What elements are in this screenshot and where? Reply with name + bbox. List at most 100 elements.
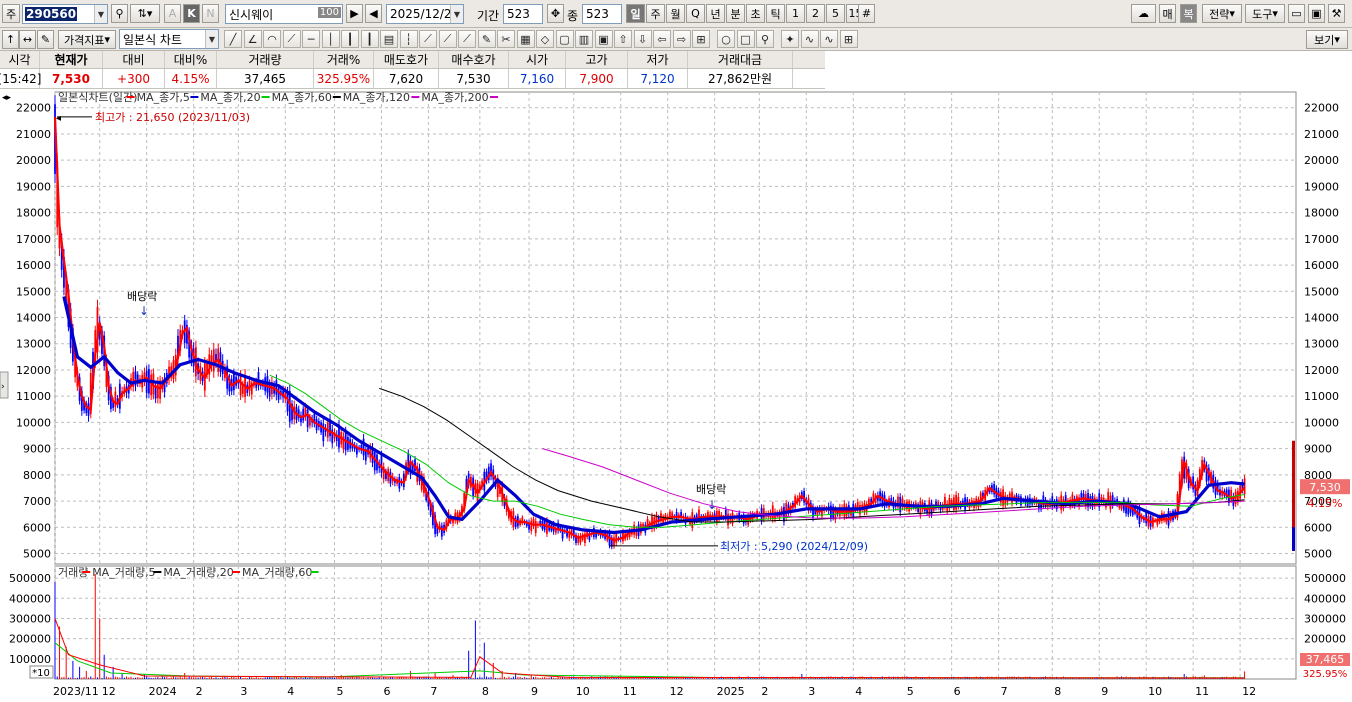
right-tool-icon[interactable]: ⇨ (672, 30, 691, 48)
interval-button-10[interactable]: 5 (826, 4, 845, 23)
stock-code-input[interactable]: 290560 ▼ (22, 4, 108, 24)
chart-area[interactable]: 22000 22000 21000 21000 20000 20000 19000 19000… (0, 89, 1352, 699)
pencil-tool-icon[interactable]: ✎ (477, 30, 496, 48)
interval-button-9[interactable]: 2 (806, 4, 825, 23)
date-input[interactable]: 2025/12/26 ▼ (386, 4, 464, 24)
price-tick-right-10: 12000 (1304, 364, 1339, 377)
interval-button-2[interactable]: 월 (666, 4, 685, 23)
sort-dropdown[interactable]: ⇅▾ (130, 4, 160, 23)
interval-button-0[interactable]: 일 (626, 4, 645, 23)
interval-button-8[interactable]: 1 (786, 4, 805, 23)
edit-icon[interactable]: ✎ (37, 30, 54, 49)
wrench-icon[interactable]: ⚒ (1328, 4, 1345, 23)
channel-tool-icon[interactable]: ⟋ (438, 30, 457, 48)
vline-tool-icon[interactable]: │ (321, 30, 340, 48)
down-tool-icon[interactable]: ⇩ (633, 30, 652, 48)
save-icon[interactable]: ▣ (1308, 4, 1325, 23)
vol-tick-left-0: 500000 (9, 572, 51, 585)
hline-tool-icon[interactable]: ─ (302, 30, 320, 48)
interval-button-4[interactable]: 년 (706, 4, 725, 23)
count-input[interactable]: 523 (582, 4, 622, 24)
star-tool-icon[interactable]: ✦ (781, 30, 799, 48)
current-price-tag: 7,530 (1309, 481, 1341, 494)
interval-button-5[interactable]: 분 (726, 4, 745, 23)
price-tick-right-16: 6000 (1304, 521, 1332, 534)
search-icon[interactable]: ⚲ (111, 4, 128, 23)
vlines2-tool-icon[interactable]: ┃ (360, 30, 379, 48)
panel-tool-icon[interactable]: ⊞ (839, 30, 858, 48)
arrow-up-icon[interactable]: ↑ (2, 30, 19, 49)
x-tick-12: 11 (623, 685, 637, 698)
wave-tool-icon[interactable]: ∿ (800, 30, 819, 48)
x-tick-20: 7 (1001, 685, 1008, 698)
letter-a-button[interactable]: A (164, 4, 181, 23)
period-input[interactable]: 523 (503, 4, 543, 24)
candle-body (239, 374, 242, 396)
view-button[interactable]: 보기 ▾ (1306, 30, 1348, 49)
up-tool-icon[interactable]: ⇧ (614, 30, 632, 48)
strategy-button[interactable]: 전략 ▾ (1202, 4, 1242, 23)
quote-value-0: [15:42] (0, 69, 41, 88)
letter-n-button[interactable]: N (202, 4, 219, 23)
grid-tool-icon[interactable]: ▤ (380, 30, 398, 48)
drag-handle-icon[interactable]: ✥ (547, 4, 564, 23)
left-tool-icon[interactable]: ⇦ (653, 30, 671, 48)
folder-icon[interactable]: ▭ (1288, 4, 1305, 23)
dividend-label-1: 배당락 (127, 290, 157, 303)
grid-icon[interactable]: # (858, 4, 875, 23)
price-indicator-button[interactable]: 가격지표 ▾ (58, 30, 116, 49)
date-text: 2025/12/26 (390, 7, 460, 21)
grid2-tool-icon[interactable]: ⊞ (692, 30, 710, 48)
interval-button-7[interactable]: 틱 (766, 4, 785, 23)
tools-button[interactable]: 도구 ▾ (1245, 4, 1285, 23)
x-tick-15: 2 (761, 685, 768, 698)
prev-arrow-icon[interactable]: ◀ (365, 4, 382, 23)
price-tick-right-8: 14000 (1304, 312, 1339, 325)
right-button-1[interactable]: 복 (1180, 4, 1197, 23)
letter-k-button[interactable]: K (183, 4, 200, 23)
cut-tool-icon[interactable]: ✂ (497, 30, 515, 48)
rect-tool-icon[interactable]: ▢ (555, 30, 574, 48)
interval-button-1[interactable]: 주 (646, 4, 665, 23)
box-tool-icon[interactable]: ▣ (594, 30, 613, 48)
stock-name-input[interactable]: 신시웨이 100 (225, 4, 343, 24)
dividend-arrow-icon-1: ↓ (139, 304, 149, 318)
arc-tool-icon[interactable]: ◠ (263, 30, 281, 48)
wave2-tool-icon[interactable]: ∿ (820, 30, 838, 48)
chevron-down-icon[interactable]: ▼ (205, 30, 218, 48)
candle-body (212, 349, 215, 372)
market-button[interactable]: 주 (2, 4, 20, 23)
color-tool-icon[interactable]: ▦ (516, 30, 535, 48)
x-tick-10: 9 (531, 685, 538, 698)
strategy-label: 전략 (1209, 7, 1230, 21)
x-tick-22: 9 (1101, 685, 1108, 698)
right-button-0[interactable]: 매 (1159, 4, 1176, 23)
interval-button-6[interactable]: 초 (746, 4, 765, 23)
vol-tick-left-4: 100000 (9, 653, 51, 666)
interval-button-3[interactable]: Q (686, 4, 705, 23)
trendline-tool-icon[interactable]: ╱ (224, 30, 242, 48)
x-tick-19: 6 (954, 685, 961, 698)
gann-tool-icon[interactable]: ┆ (399, 30, 418, 48)
vlines-tool-icon[interactable]: ┃ (341, 30, 359, 48)
angle-tool-icon[interactable]: ∠ (243, 30, 262, 48)
x-tick-13: 12 (670, 685, 684, 698)
zoom-tool-icon[interactable]: ⚲ (756, 30, 774, 48)
fan-tool-icon[interactable]: ⟋ (282, 30, 301, 48)
candlestick-chart[interactable]: 22000 22000 21000 21000 20000 20000 19000 19000… (0, 89, 1352, 699)
chart-type-select[interactable]: 일본식 차트 ▼ (119, 29, 219, 49)
next-arrow-icon[interactable]: ▶ (346, 4, 363, 23)
cloud-icon[interactable]: ☁ (1131, 4, 1156, 23)
pitch-tool-icon[interactable]: ⟋ (419, 30, 437, 48)
chevron-down-icon[interactable]: ▼ (450, 5, 463, 23)
quote-value-7: 7,530 (439, 69, 509, 88)
price-tick-left-0: 22000 (16, 102, 51, 115)
shape-tool-icon[interactable]: ◇ (536, 30, 554, 48)
square-tool-icon[interactable]: □ (736, 30, 755, 48)
table-tool-icon[interactable]: ▥ (575, 30, 593, 48)
parallel-tool-icon[interactable]: ⟋ (458, 30, 476, 48)
chevron-down-icon[interactable]: ▼ (94, 5, 107, 23)
circle-tool-icon[interactable]: ○ (717, 30, 735, 48)
arrow-lr-icon[interactable]: ↔ (19, 30, 36, 49)
x-tick-7: 6 (383, 685, 390, 698)
